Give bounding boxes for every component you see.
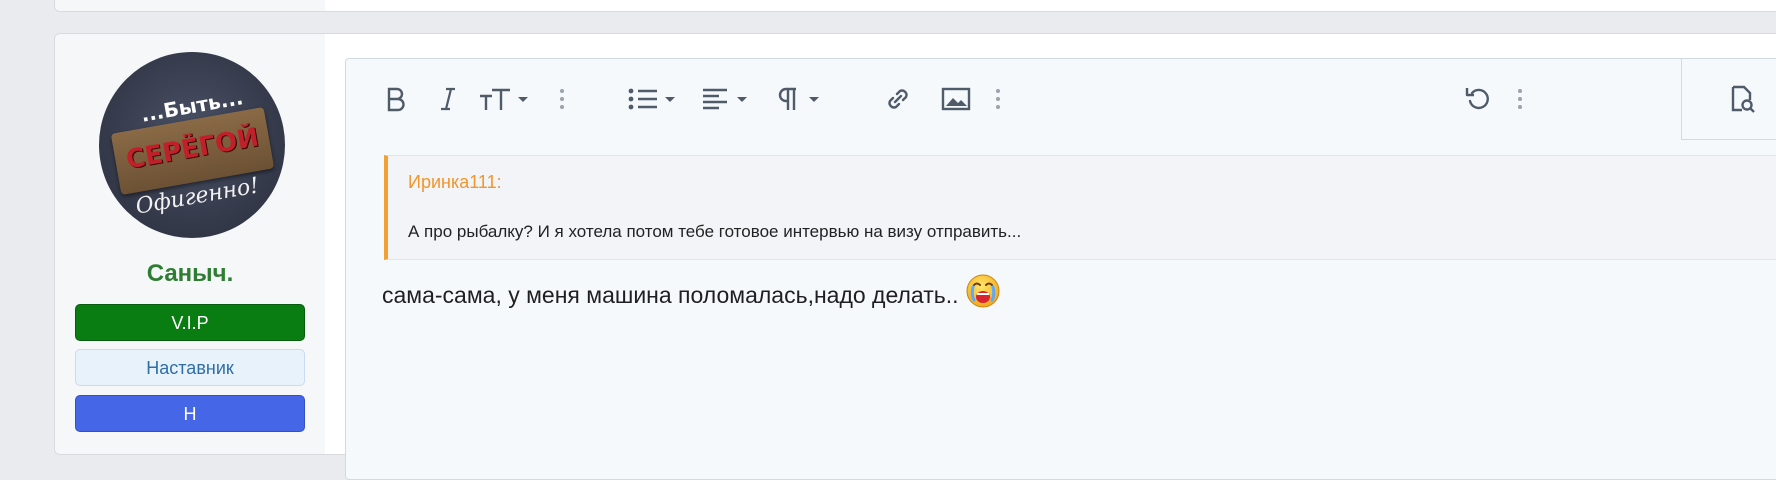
more-insert-button[interactable] [990,79,1006,119]
vertical-dots-icon [559,87,565,111]
quote-block: Иринка111: А про рыбалку? И я хотела пот… [384,155,1776,260]
paragraph-button[interactable] [774,79,832,119]
editor-toolbar [346,59,1776,140]
list-button[interactable] [626,79,684,119]
more-text-button[interactable] [554,79,570,119]
paragraph-icon [775,86,831,112]
avatar[interactable]: ...Быть... СЕРЁГОЙ Офигенно! [99,52,285,238]
vertical-dots-icon [1517,87,1523,111]
user-badge-mentor: Наставник [75,349,305,386]
previous-post-sidebar [55,0,325,11]
user-badge-vip: V.I.P [75,304,305,341]
username[interactable]: Саныч. [55,260,325,288]
vertical-dots-icon [995,87,1001,111]
message-text-area[interactable]: сама-сама, у меня машина поломалась,надо… [382,274,1001,313]
reply-editor[interactable]: Иринка111: А про рыбалку? И я хотела пот… [345,58,1776,480]
quote-author[interactable]: Иринка111: [408,172,502,193]
message-text: сама-сама, у меня машина поломалась,надо… [382,281,959,308]
list-icon [627,86,683,112]
align-button[interactable] [700,79,758,119]
font-size-icon [478,86,536,112]
crying-face-icon [965,273,1001,309]
quote-text: А про рыбалку? И я хотела потом тебе гот… [408,222,1022,241]
user-sidebar: ...Быть... СЕРЁГОЙ Офигенно! Саныч. V.I.… [55,34,325,454]
preview-icon [1727,84,1757,114]
font-size-button[interactable] [476,79,538,119]
undo-icon [1463,84,1493,114]
image-button[interactable] [936,79,976,119]
link-button[interactable] [878,79,918,119]
bold-button[interactable] [378,79,414,119]
post-card: ...Быть... СЕРЁГОЙ Офигенно! Саныч. V.I.… [54,33,1776,480]
align-icon [701,86,757,112]
more-misc-button[interactable] [1512,79,1528,119]
undo-button[interactable] [1458,79,1498,119]
bold-icon [385,86,407,112]
user-badge-blue: Н [75,395,305,432]
italic-icon [438,86,458,112]
preview-button[interactable] [1722,79,1762,119]
italic-button[interactable] [430,79,466,119]
link-icon [883,84,913,114]
preview-panel [1681,59,1776,140]
image-icon [941,86,971,112]
previous-post-card [54,0,1776,12]
